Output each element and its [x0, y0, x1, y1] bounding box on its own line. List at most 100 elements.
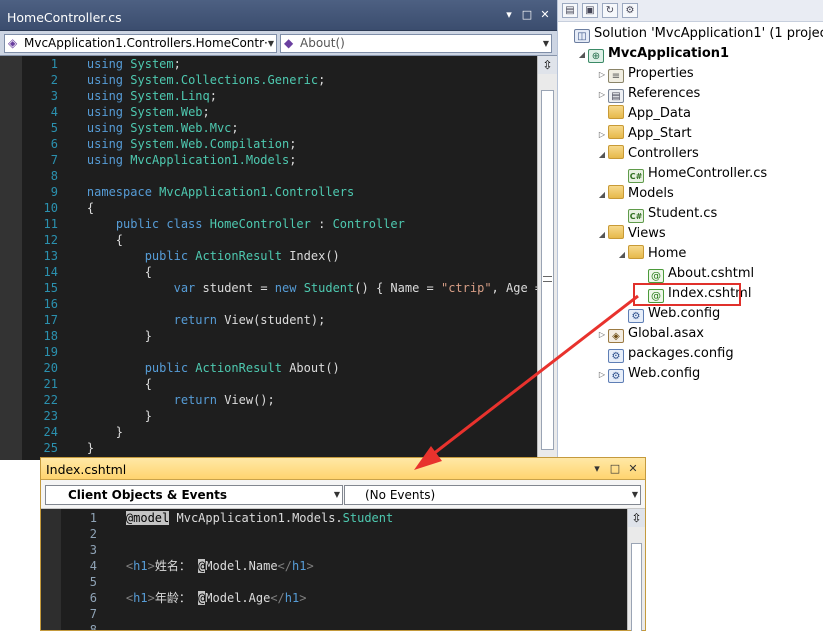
split-icon[interactable]: ⇳ — [628, 509, 645, 527]
code-line[interactable]: 23 } — [22, 408, 152, 424]
code-line[interactable]: 9 namespace MvcApplication1.Controllers — [22, 184, 354, 200]
events-dropdown[interactable]: (No Events) ▼ — [344, 485, 641, 505]
code-line[interactable]: 2 — [61, 526, 126, 542]
code-line[interactable]: 20 public ActionResult About() — [22, 360, 340, 376]
code-line[interactable]: 24 } — [22, 424, 123, 440]
code-line[interactable]: 19 — [22, 344, 87, 360]
code-line[interactable]: 6 using System.Web.Compilation; — [22, 136, 297, 152]
expand-icon[interactable]: ▷ — [596, 85, 608, 105]
tree-item[interactable]: ◢ Views — [596, 224, 666, 244]
close-icon[interactable]: ✕ — [539, 9, 551, 21]
expand-icon[interactable]: ▷ — [596, 365, 608, 385]
code-line[interactable]: 17 return View(student); — [22, 312, 326, 328]
code-line[interactable]: 6 <h1>年龄： @Model.Age</h1> — [61, 590, 306, 606]
code-line[interactable]: 2 using System.Collections.Generic; — [22, 72, 326, 88]
tree-item-label: About.cshtml — [668, 266, 755, 281]
index-code-editor[interactable]: 1 @model MvcApplication1.Models.Student 2… — [41, 509, 627, 630]
tree-item[interactable]: @ About.cshtml — [636, 264, 754, 284]
tree-item[interactable]: ◢ Home — [616, 244, 686, 264]
code-line[interactable]: 4 <h1>姓名： @Model.Name</h1> — [61, 558, 314, 574]
code-line[interactable]: 13 public ActionResult Index() — [22, 248, 340, 264]
line-number: 10 — [43, 201, 58, 215]
code-line[interactable]: 3 using System.Linq; — [22, 88, 217, 104]
code-line[interactable]: 7 — [61, 606, 126, 622]
line-number: 23 — [43, 409, 58, 423]
maximize-icon[interactable]: □ — [521, 9, 533, 21]
line-number: 25 — [43, 441, 58, 455]
code-token: } — [86, 409, 152, 423]
collapse-icon[interactable]: ◢ — [596, 145, 608, 165]
expand-icon[interactable]: ▷ — [596, 325, 608, 345]
tree-item[interactable]: ◢ Controllers — [596, 144, 699, 164]
close-icon[interactable]: ✕ — [627, 463, 639, 475]
tree-item[interactable]: ▷ ⚙ Web.config — [596, 364, 700, 384]
tree-item[interactable]: ▷ ◈ Global.asax — [596, 324, 704, 344]
split-icon[interactable]: ⇳ — [538, 56, 557, 74]
line-number: 6 — [50, 137, 58, 151]
collapse-icon[interactable]: ◢ — [616, 245, 628, 265]
code-line[interactable]: 15 var student = new Student() { Name = … — [22, 280, 537, 296]
member-dropdown[interactable]: ◆ About() ▼ — [280, 34, 552, 53]
code-line[interactable]: 3 — [61, 542, 126, 558]
expand-icon[interactable]: ▷ — [596, 65, 608, 85]
editor-title: HomeController.cs — [7, 10, 122, 25]
tree-item[interactable]: C# HomeController.cs — [616, 164, 767, 184]
client-objects-dropdown[interactable]: Client Objects & Events ▼ — [45, 485, 343, 505]
tree-item[interactable]: ▷ ▤ References — [596, 84, 700, 104]
tree-item[interactable]: ◢ ⊕ MvcApplication1 — [576, 44, 729, 64]
code-line[interactable]: 11 public class HomeController : Control… — [22, 216, 405, 232]
index-title-bar[interactable]: Index.cshtml ▾ □ ✕ — [41, 458, 645, 480]
type-dropdown[interactable]: ◈ MvcApplication1.Controllers.HomeContr· … — [4, 34, 277, 53]
code-line[interactable]: 12 { — [22, 232, 123, 248]
maximize-icon[interactable]: □ — [609, 463, 621, 475]
code-line[interactable]: 22 return View(); — [22, 392, 275, 408]
view-class-diagram-icon[interactable]: ⚙ — [622, 3, 638, 18]
collapse-icon[interactable]: ◢ — [596, 185, 608, 205]
tree-item[interactable]: C# Student.cs — [616, 204, 717, 224]
line-number: 8 — [50, 169, 58, 183]
refresh-icon[interactable]: ↻ — [602, 3, 618, 18]
line-number: 19 — [43, 345, 58, 359]
vertical-scrollbar[interactable]: ⇳ — [537, 56, 557, 460]
collapse-icon[interactable]: ◢ — [596, 225, 608, 245]
show-all-files-icon[interactable]: ▣ — [582, 3, 598, 18]
asax-icon: ◈ — [608, 329, 624, 343]
code-editor[interactable]: 1 using System; 2 using System.Collection… — [0, 56, 537, 460]
scroll-thumb[interactable] — [631, 543, 642, 631]
code-line[interactable]: 5 using System.Web.Mvc; — [22, 120, 239, 136]
code-line[interactable]: 10 { — [22, 200, 95, 216]
code-token: h1 — [133, 559, 148, 573]
pin-icon[interactable]: ▾ — [503, 9, 515, 21]
cfg-icon: ⚙ — [608, 349, 624, 363]
tree-item-label: References — [628, 86, 701, 101]
tree-item[interactable]: ◫ Solution 'MvcApplication1' (1 project) — [562, 24, 823, 44]
code-line[interactable]: 8 — [61, 622, 126, 630]
code-line[interactable]: 1 using System; — [22, 56, 181, 72]
tree-item[interactable]: ⚙ Web.config — [616, 304, 720, 324]
code-line[interactable]: 16 — [22, 296, 87, 312]
code-line[interactable]: 5 — [61, 574, 126, 590]
code-line[interactable]: 8 — [22, 168, 87, 184]
code-line[interactable]: 1 @model MvcApplication1.Models.Student — [61, 510, 393, 526]
expand-icon[interactable]: ▷ — [596, 125, 608, 145]
code-line[interactable]: 18 } — [22, 328, 152, 344]
scroll-thumb[interactable] — [541, 90, 554, 450]
tree-item[interactable]: ⚙ packages.config — [596, 344, 734, 364]
code-line[interactable]: 25 } — [22, 440, 95, 456]
index-vertical-scrollbar[interactable]: ⇳ — [627, 509, 645, 631]
editor-title-bar[interactable]: HomeController.cs ▾ □ ✕ — [0, 0, 557, 31]
code-line[interactable]: 4 using System.Web; — [22, 104, 210, 120]
code-line[interactable]: 21 { — [22, 376, 152, 392]
properties-icon[interactable]: ▤ — [562, 3, 578, 18]
tree-item[interactable]: ◢ Models — [596, 184, 674, 204]
tree-item[interactable]: App_Data — [596, 104, 691, 124]
pin-icon[interactable]: ▾ — [591, 463, 603, 475]
tree-item[interactable]: ▷ App_Start — [596, 124, 692, 144]
collapse-icon[interactable]: ◢ — [576, 45, 588, 65]
code-line[interactable]: 7 using MvcApplication1.Models; — [22, 152, 297, 168]
tree-item[interactable]: ▷ ≡ Properties — [596, 64, 694, 84]
code-line[interactable]: 14 { — [22, 264, 152, 280]
